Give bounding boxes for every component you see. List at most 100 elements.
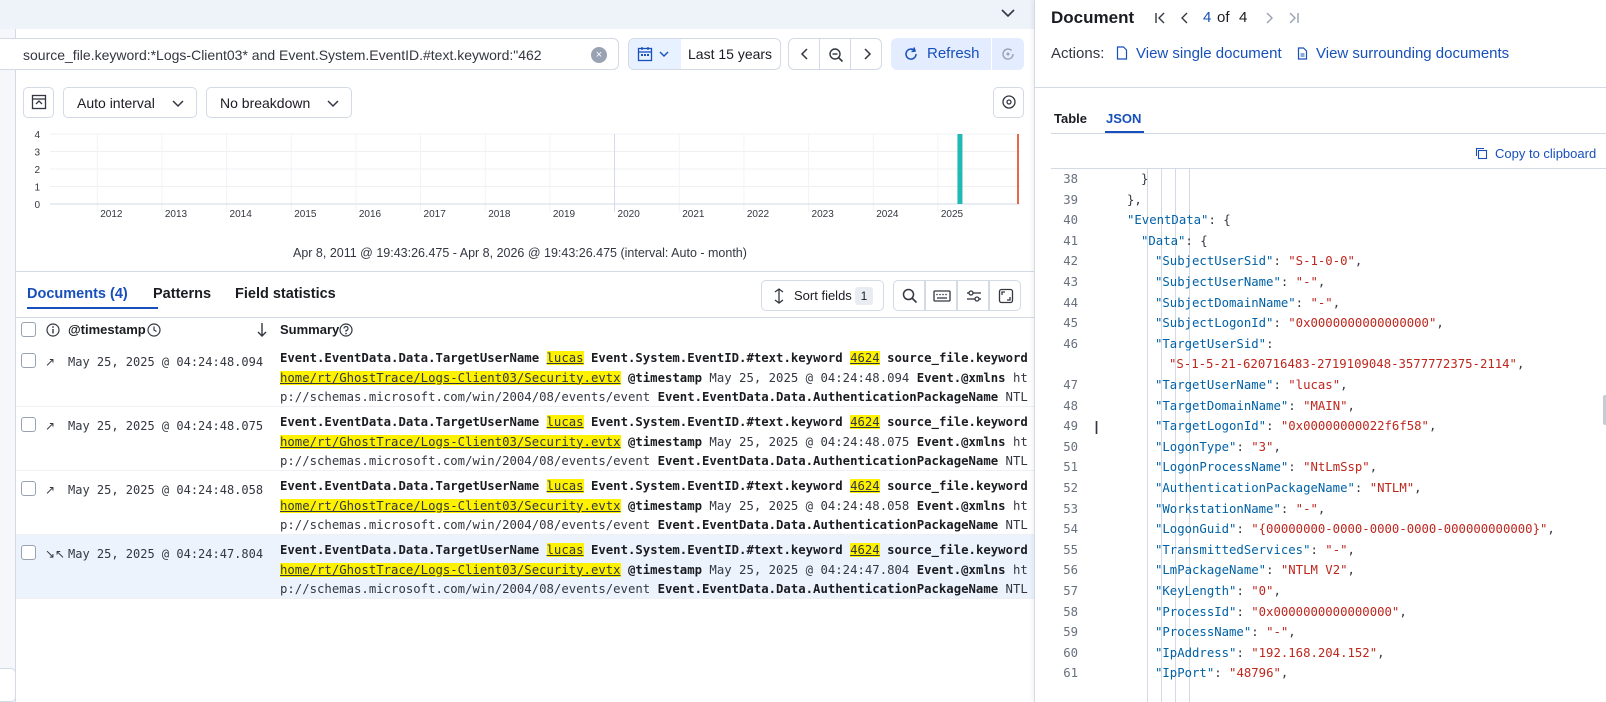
row-checkbox[interactable] bbox=[21, 481, 36, 496]
table-row[interactable]: ↗ May 25, 2025 @ 04:24:48.075 Event.EventD… bbox=[16, 407, 1034, 471]
table-row[interactable]: ↘↖ May 25, 2025 @ 04:24:47.804 Event.Event… bbox=[16, 535, 1034, 599]
copy-label: Copy to clipboard bbox=[1495, 146, 1597, 161]
summary-token: home/rt/GhostTrace/Logs-Client03/Securit… bbox=[280, 434, 621, 449]
expand-row-icon[interactable]: ↗ bbox=[45, 419, 55, 433]
line-number: 60 bbox=[1063, 645, 1078, 660]
select-all-checkbox[interactable] bbox=[21, 322, 36, 337]
top-strip bbox=[0, 0, 1034, 29]
tab-json[interactable]: JSON bbox=[1106, 111, 1141, 126]
summary-token: May 25, 2025 @ 04:24:48.094 bbox=[709, 370, 910, 385]
line-number: 59 bbox=[1063, 625, 1078, 640]
code-token: "S-1-0-0" bbox=[1288, 254, 1355, 269]
tab-patterns[interactable]: Patterns bbox=[153, 286, 211, 302]
x-tick-label: 2020 bbox=[618, 209, 641, 220]
column-header-timestamp[interactable]: @timestamp bbox=[68, 322, 146, 337]
histogram-bar[interactable] bbox=[957, 134, 963, 204]
column-header-summary[interactable]: Summary bbox=[280, 322, 339, 337]
chart-options-button[interactable] bbox=[993, 87, 1024, 118]
expand-row-icon[interactable]: ↗ bbox=[45, 355, 55, 369]
code-token: : { bbox=[1208, 213, 1231, 228]
fullscreen-button[interactable] bbox=[989, 280, 1021, 311]
code-line: 47 "TargetUserName": "lucas", bbox=[1051, 378, 1606, 398]
row-checkbox[interactable] bbox=[21, 545, 36, 560]
row-checkbox[interactable] bbox=[21, 417, 36, 432]
summary-token: htt bbox=[1012, 434, 1028, 449]
expand-row-icon[interactable]: ↗ bbox=[45, 483, 55, 497]
code-line: 51 "LogonProcessName": "NtLmSsp", bbox=[1051, 460, 1606, 480]
expand-row-icon[interactable]: ↘↖ bbox=[45, 547, 65, 561]
summary-token: NTLM... bbox=[1005, 390, 1028, 404]
fullscreen-icon bbox=[998, 288, 1014, 304]
x-tick-label: 2013 bbox=[165, 209, 188, 220]
summary-token: Event.System.EventID.#text.keyword bbox=[590, 543, 843, 557]
code-token: "{00000000-0000-0000-0000-000000000000}" bbox=[1251, 522, 1548, 537]
zoom-out-button[interactable] bbox=[819, 38, 851, 70]
row-timestamp: May 25, 2025 @ 04:24:48.058 bbox=[68, 483, 264, 497]
previous-time-button[interactable] bbox=[788, 38, 820, 70]
flyout-title: Document bbox=[1051, 8, 1135, 27]
code-line: 56 "LmPackageName": "NTLM V2", bbox=[1051, 563, 1606, 583]
code-token: "TargetUserSid" bbox=[1155, 336, 1267, 351]
line-number: 57 bbox=[1063, 584, 1078, 598]
code-token: "SubjectUserName" bbox=[1155, 275, 1281, 289]
query-bar[interactable]: source_file.keyword:*Logs-Client03* and … bbox=[0, 38, 619, 70]
help-icon[interactable] bbox=[339, 323, 353, 337]
refresh-button[interactable]: Refresh bbox=[891, 38, 991, 70]
query-input[interactable]: source_file.keyword:*Logs-Client03* and … bbox=[23, 47, 583, 63]
code-line: 60 "IpAddress": "192.168.204.152", bbox=[1051, 646, 1606, 666]
row-checkbox[interactable] bbox=[21, 353, 36, 368]
keyboard-shortcuts-button[interactable] bbox=[925, 280, 957, 311]
display-settings-button[interactable] bbox=[957, 280, 989, 311]
breakdown-select[interactable]: No breakdown bbox=[206, 87, 352, 118]
table-row[interactable]: ↗ May 25, 2025 @ 04:24:48.058 Event.EventD… bbox=[16, 471, 1034, 535]
divider bbox=[16, 271, 1034, 272]
line-number: 53 bbox=[1063, 501, 1078, 516]
line-number: 52 bbox=[1063, 481, 1078, 495]
next-page-icon[interactable] bbox=[1261, 10, 1277, 26]
tab-table[interactable]: Table bbox=[1054, 111, 1087, 126]
code-line: 52 "AuthenticationPackageName": "NTLM", bbox=[1051, 481, 1606, 501]
y-tick-label: 0 bbox=[34, 200, 40, 211]
table-row[interactable]: ↗ May 25, 2025 @ 04:24:48.094 Event.EventD… bbox=[16, 343, 1034, 407]
documents-icon bbox=[1297, 47, 1308, 60]
info-icon[interactable] bbox=[46, 323, 60, 337]
sort-fields-button[interactable]: Sort fields 1 bbox=[761, 280, 884, 311]
chevron-down-icon[interactable] bbox=[998, 3, 1018, 23]
summary-token: Event.EventData.Data.AuthenticationPacka… bbox=[657, 390, 999, 404]
auto-refresh-button[interactable] bbox=[992, 38, 1024, 70]
previous-page-icon[interactable] bbox=[1177, 10, 1193, 26]
first-page-icon[interactable] bbox=[1153, 10, 1169, 26]
code-token: "MAIN" bbox=[1303, 398, 1348, 413]
view-single-document-link[interactable]: View single document bbox=[1136, 45, 1282, 62]
row-summary: Event.EventData.Data.TargetUserName luca… bbox=[280, 477, 1028, 536]
summary-token: source_file.keyword bbox=[887, 479, 1028, 493]
code-token: "-" bbox=[1295, 501, 1318, 516]
code-line: 58 "ProcessId": "0x0000000000000000", bbox=[1051, 605, 1606, 625]
date-quick-menu-button[interactable] bbox=[629, 39, 681, 69]
date-picker[interactable]: Last 15 years bbox=[628, 38, 781, 70]
summary-token: p://schemas.microsoft.com/win/2004/08/ev… bbox=[280, 582, 651, 596]
line-number: 40 bbox=[1063, 213, 1078, 228]
last-page-icon[interactable] bbox=[1285, 10, 1301, 26]
date-range-label[interactable]: Last 15 years bbox=[688, 46, 772, 62]
tab-documents[interactable]: Documents (4) bbox=[27, 286, 128, 302]
interval-select[interactable]: Auto interval bbox=[63, 87, 197, 118]
tab-field-statistics[interactable]: Field statistics bbox=[235, 286, 336, 302]
sliders-icon bbox=[967, 290, 981, 302]
sort-descending-icon[interactable] bbox=[256, 322, 268, 338]
chart-time-range: Apr 8, 2011 @ 19:43:26.475 - Apr 8, 2026… bbox=[293, 246, 747, 260]
text-cursor-icon: I bbox=[1094, 418, 1100, 438]
json-code-viewer[interactable]: 38} 39}, 40 "EventData": {41 "Data": {42 "Sub… bbox=[1051, 168, 1606, 702]
histogram-chart[interactable]: 4 3 2 1 0 2012 2013 2014 2015 2016 2017 2018 2019 202… bbox=[20, 128, 1024, 228]
search-in-table-button[interactable] bbox=[893, 280, 925, 311]
chevron-down-icon bbox=[327, 100, 339, 108]
clear-query-icon[interactable]: × bbox=[591, 47, 607, 63]
view-surrounding-documents-link[interactable]: View surrounding documents bbox=[1316, 45, 1509, 62]
divider bbox=[1051, 133, 1606, 134]
code-token: "AuthenticationPackageName" bbox=[1155, 481, 1355, 495]
next-time-button[interactable] bbox=[850, 38, 882, 70]
copy-to-clipboard-button[interactable]: Copy to clipboard bbox=[1475, 146, 1597, 161]
summary-token: lucas bbox=[546, 351, 584, 365]
code-token: "LmPackageName" bbox=[1155, 563, 1267, 578]
field-list-toggle-button[interactable] bbox=[23, 87, 54, 118]
